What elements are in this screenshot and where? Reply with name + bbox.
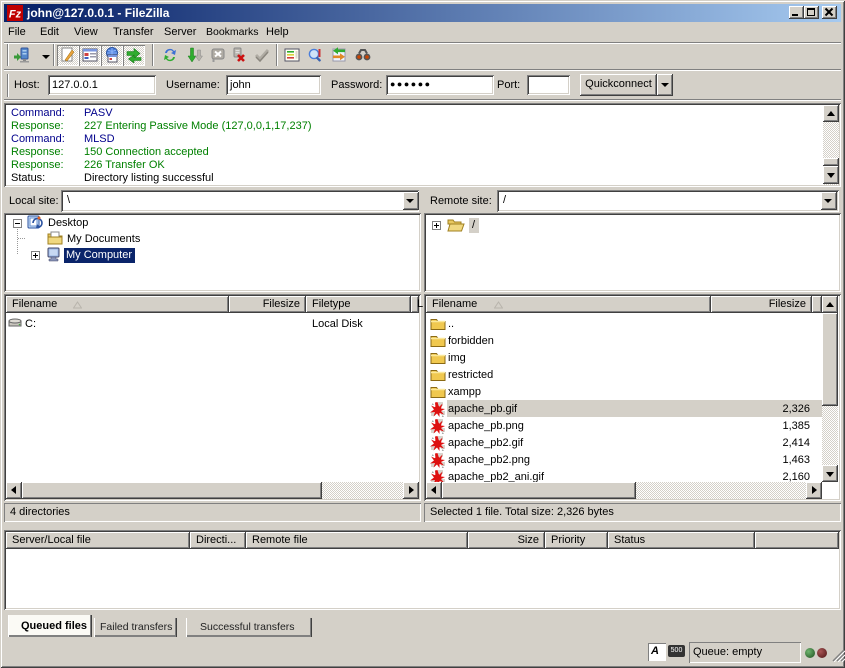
- svg-text:Fz: Fz: [9, 9, 22, 21]
